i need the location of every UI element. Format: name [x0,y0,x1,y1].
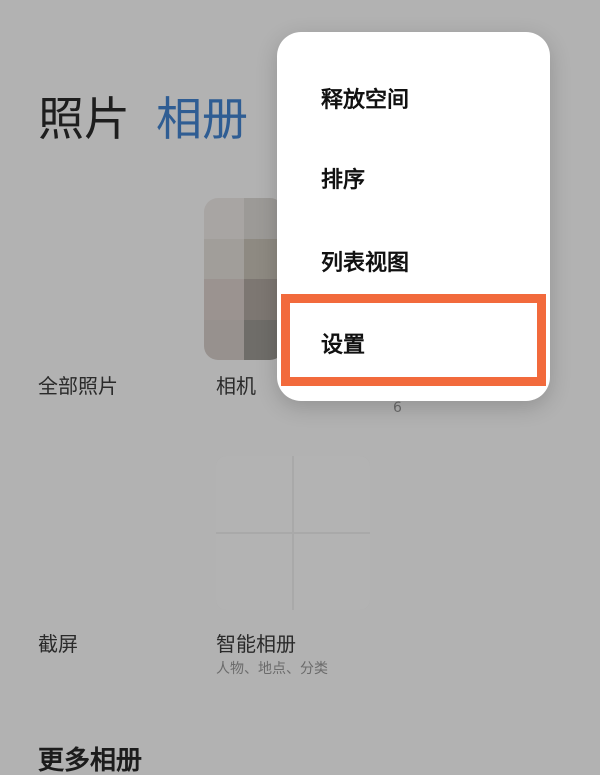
tab-photos[interactable]: 照片 [38,96,130,142]
album-thumbnail-smart[interactable] [216,456,370,610]
album-label-camera[interactable]: 相机 [216,370,256,399]
album-label-screenshots[interactable]: 截屏 [38,628,78,657]
album-thumbnail-camera[interactable] [204,198,284,360]
album-label-all-photos[interactable]: 全部照片 [38,370,118,399]
tab-albums[interactable]: 相册 [156,96,248,142]
gallery-albums-screen: 照片 相册 全部照片 相机 6 截屏 智能相册 人物、地点、分类 更多相册 释放… [0,0,600,775]
top-tabs: 照片 相册 [38,96,248,142]
album-label-smart[interactable]: 智能相册 [216,628,296,657]
highlight-box-settings [281,294,546,386]
menu-item-free-space[interactable]: 释放空间 [321,82,409,114]
album-subtitle-smart: 人物、地点、分类 [216,661,328,677]
menu-item-list-view[interactable]: 列表视图 [321,245,409,277]
album-count: 6 [393,400,402,416]
section-title-more-albums: 更多相册 [38,746,143,775]
menu-item-sort[interactable]: 排序 [321,162,365,194]
